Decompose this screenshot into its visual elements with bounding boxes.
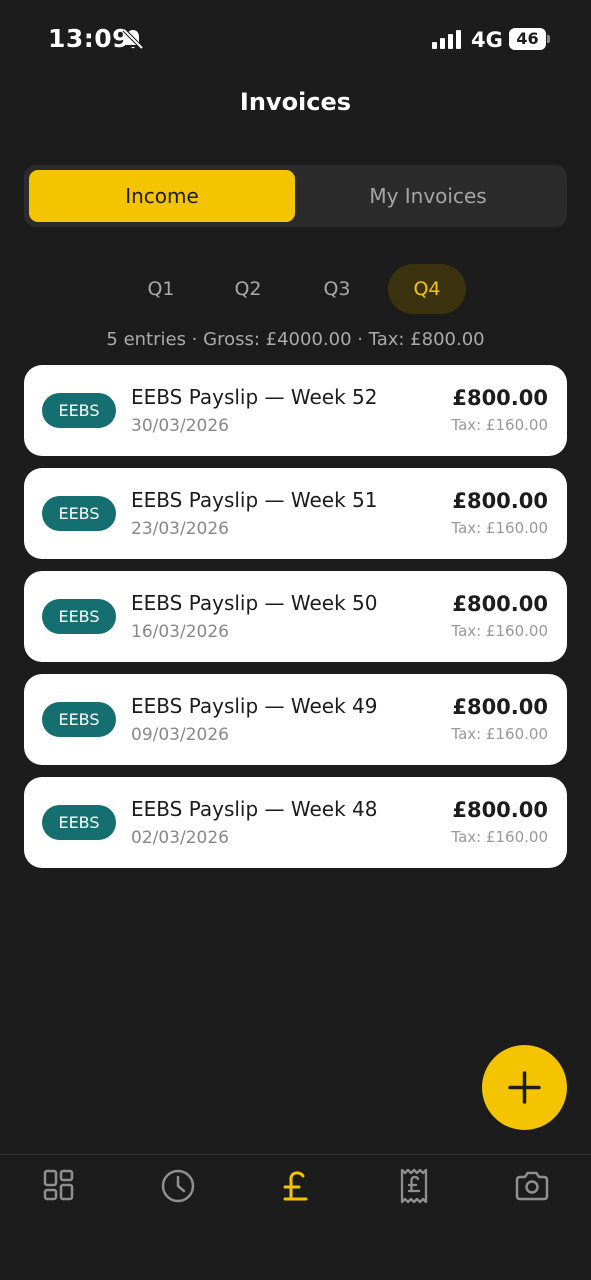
battery-tip	[547, 35, 550, 43]
nav-dashboard[interactable]	[40, 1167, 80, 1207]
entry-tax: Tax: £160.00	[451, 828, 548, 846]
list-item[interactable]: EEBS EEBS Payslip — Week 52 30/03/2026 £…	[24, 365, 567, 456]
bell-muted-icon	[122, 28, 144, 50]
network-label: 4G	[471, 28, 503, 52]
entry-title: EEBS Payslip — Week 50	[131, 591, 378, 615]
list-item[interactable]: EEBS EEBS Payslip — Week 49 09/03/2026 £…	[24, 674, 567, 765]
page-title: Invoices	[239, 88, 352, 116]
entry-title: EEBS Payslip — Week 49	[131, 694, 378, 718]
nav-camera[interactable]	[512, 1167, 552, 1207]
tab-q2[interactable]: Q2	[209, 264, 287, 314]
status-bar: 13:09 4G 46	[0, 0, 591, 80]
tab-q1[interactable]: Q1	[122, 264, 200, 314]
entry-tax: Tax: £160.00	[451, 622, 548, 640]
entry-date: 30/03/2026	[131, 416, 229, 436]
segment-my-invoices-button[interactable]: My Invoices	[295, 170, 561, 222]
tab-q3[interactable]: Q3	[298, 264, 376, 314]
entry-tax: Tax: £160.00	[451, 725, 548, 743]
bottom-nav	[0, 1154, 591, 1280]
entry-tax: Tax: £160.00	[451, 416, 548, 434]
income-invoices-segment: Income My Invoices	[24, 165, 567, 227]
segment-income-button[interactable]: Income	[29, 170, 295, 222]
entry-amount: £800.00	[452, 489, 548, 513]
nav-history[interactable]	[158, 1167, 198, 1207]
nav-receipts[interactable]	[395, 1167, 435, 1207]
summary-text: 5 entries · Gross: £4000.00 · Tax: £800.…	[106, 329, 485, 350]
plus-icon	[508, 1071, 541, 1104]
receipt-pound-icon	[400, 1168, 428, 1204]
dashboard-grid-icon	[43, 1169, 74, 1201]
source-badge: EEBS	[42, 702, 116, 737]
source-badge: EEBS	[42, 805, 116, 840]
entry-amount: £800.00	[452, 386, 548, 410]
list-item[interactable]: EEBS EEBS Payslip — Week 50 16/03/2026 £…	[24, 571, 567, 662]
camera-icon	[515, 1171, 549, 1201]
list-item[interactable]: EEBS EEBS Payslip — Week 51 23/03/2026 £…	[24, 468, 567, 559]
status-time: 13:09	[48, 24, 131, 53]
entry-tax: Tax: £160.00	[451, 519, 548, 537]
entry-date: 16/03/2026	[131, 622, 229, 642]
pound-icon	[283, 1171, 308, 1201]
source-badge: EEBS	[42, 393, 116, 428]
entry-date: 23/03/2026	[131, 519, 229, 539]
entry-amount: £800.00	[452, 695, 548, 719]
entry-title: EEBS Payslip — Week 48	[131, 797, 378, 821]
signal-icon	[432, 30, 461, 49]
entry-title: EEBS Payslip — Week 51	[131, 488, 378, 512]
source-badge: EEBS	[42, 599, 116, 634]
entry-date: 02/03/2026	[131, 828, 229, 848]
entry-amount: £800.00	[452, 798, 548, 822]
entry-title: EEBS Payslip — Week 52	[131, 385, 378, 409]
nav-invoices[interactable]	[276, 1167, 316, 1207]
add-entry-button[interactable]	[482, 1045, 567, 1130]
battery-icon: 46	[509, 28, 546, 50]
tab-q4[interactable]: Q4	[388, 264, 466, 314]
clock-icon	[161, 1169, 195, 1203]
entry-date: 09/03/2026	[131, 725, 229, 745]
source-badge: EEBS	[42, 496, 116, 531]
entry-amount: £800.00	[452, 592, 548, 616]
list-item[interactable]: EEBS EEBS Payslip — Week 48 02/03/2026 £…	[24, 777, 567, 868]
